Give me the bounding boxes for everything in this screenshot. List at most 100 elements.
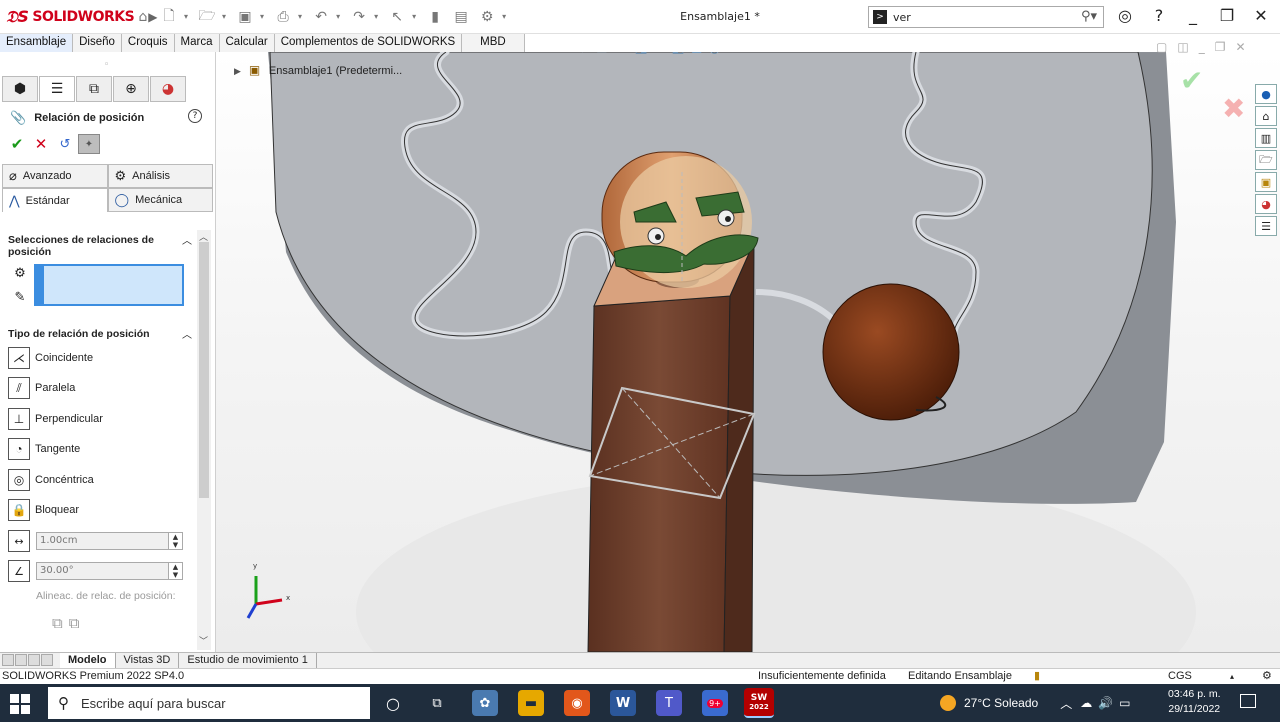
close-button[interactable]: ✕ bbox=[1250, 6, 1272, 25]
display-manager-tab[interactable]: ◕ bbox=[150, 76, 186, 102]
minimize-doc-icon[interactable]: _ bbox=[1199, 40, 1205, 54]
status-units[interactable]: CGS bbox=[1168, 669, 1192, 684]
collapse-chevron-icon[interactable]: ︿ bbox=[182, 330, 192, 342]
search-input[interactable]: > ver ⚲▾ bbox=[868, 6, 1104, 28]
view-orientation-icon[interactable]: ◧ bbox=[672, 52, 685, 56]
collapse-chevron-icon[interactable]: ︿ bbox=[182, 236, 192, 248]
tab-mechanical[interactable]: ◯ Mecánica bbox=[107, 188, 213, 212]
chevron-down-icon[interactable]: ▾ bbox=[260, 12, 264, 21]
prev-tab-icon[interactable] bbox=[15, 653, 27, 666]
tab-ensamblaje[interactable]: Ensamblaje bbox=[0, 34, 74, 52]
custom-properties-icon[interactable]: ☰ bbox=[1255, 216, 1277, 236]
teams-icon[interactable]: T bbox=[656, 690, 682, 716]
home-icon[interactable]: ⌂ bbox=[132, 6, 154, 28]
tab-motion-study[interactable]: Estudio de movimiento 1 bbox=[179, 653, 317, 668]
close-doc-icon[interactable]: ✕ bbox=[1235, 40, 1245, 54]
file-explorer-icon[interactable]: 🗁 bbox=[1255, 150, 1277, 170]
select-icon[interactable]: ↖ bbox=[386, 6, 408, 28]
word-icon[interactable]: W bbox=[610, 690, 636, 716]
tab-marca[interactable]: Marca bbox=[174, 34, 220, 52]
tab-modelo[interactable]: Modelo bbox=[60, 653, 116, 668]
angle-spinner[interactable]: ▲ ▼ bbox=[168, 563, 182, 579]
chevron-down-icon[interactable]: ▾ bbox=[184, 12, 188, 21]
volume-icon[interactable]: 🔊 bbox=[1098, 696, 1113, 710]
gear-icon[interactable]: ⚙ bbox=[476, 6, 498, 28]
print-icon[interactable]: ⎙ bbox=[272, 6, 294, 28]
angle-input[interactable]: 30.00° ▲ ▼ bbox=[36, 562, 183, 580]
feature-manager-tab[interactable]: ⬢ bbox=[2, 76, 38, 102]
mate-tangent[interactable]: ◔ Tangente bbox=[8, 438, 80, 460]
aligned-icon[interactable]: ⧉ bbox=[52, 614, 69, 632]
user-icon[interactable]: ◎ bbox=[1114, 6, 1136, 25]
tab-diseno[interactable]: Diseño bbox=[73, 34, 122, 52]
search-icon[interactable]: ⚲▾ bbox=[1081, 9, 1097, 24]
last-tab-icon[interactable] bbox=[41, 653, 53, 666]
section-view-icon[interactable]: ◨ bbox=[635, 52, 648, 56]
cloud-sync-icon[interactable]: ☁ bbox=[1080, 696, 1092, 710]
rebuild-icon[interactable]: ▮ bbox=[424, 6, 446, 28]
angle-icon[interactable]: ∠ bbox=[8, 560, 30, 582]
cancel-button[interactable]: ✕ bbox=[30, 134, 52, 154]
save-icon[interactable]: ▣ bbox=[234, 6, 256, 28]
previous-view-icon[interactable]: ⤺ bbox=[614, 52, 629, 56]
mate-selections-field[interactable] bbox=[34, 264, 184, 306]
file-explorer-icon[interactable]: ▬ bbox=[518, 690, 544, 716]
first-tab-icon[interactable] bbox=[2, 653, 14, 666]
chrome-icon[interactable]: 9+ bbox=[702, 690, 728, 716]
restore-doc-icon[interactable]: ❐ bbox=[1215, 40, 1226, 54]
help-icon[interactable]: ? bbox=[1148, 6, 1170, 25]
configuration-manager-tab[interactable]: ⧉ bbox=[76, 76, 112, 102]
dynamic-annotation-icon[interactable]: ✎ bbox=[654, 52, 666, 56]
cortana-icon[interactable]: ○ bbox=[380, 690, 406, 716]
scene-icon[interactable]: ☗ bbox=[744, 52, 757, 56]
chevron-down-icon[interactable]: ▾ bbox=[298, 12, 302, 21]
mate-perpendicular[interactable]: ⊥ Perpendicular bbox=[8, 408, 103, 430]
tab-vistas-3d[interactable]: Vistas 3D bbox=[116, 653, 180, 668]
appearances-icon[interactable]: ◕ bbox=[1255, 194, 1277, 214]
distance-input[interactable]: 1.00cm ▲ ▼ bbox=[36, 532, 183, 550]
zoom-area-icon[interactable]: ⊡ bbox=[596, 52, 608, 56]
mate-coincident[interactable]: ⋌ Coincidente bbox=[8, 347, 93, 369]
tab-croquis[interactable]: Croquis bbox=[121, 34, 175, 52]
chevron-down-icon[interactable]: ▾ bbox=[412, 12, 416, 21]
next-tab-icon[interactable] bbox=[28, 653, 40, 666]
distance-spinner[interactable]: ▲ ▼ bbox=[168, 533, 182, 549]
scrollbar-thumb[interactable] bbox=[199, 242, 209, 498]
app-launcher-icon[interactable]: ✿ bbox=[472, 690, 498, 716]
taskbar-search-input[interactable]: ⚲ Escribe aquí para buscar bbox=[48, 687, 370, 719]
mate-type-heading[interactable]: Tipo de relación de posición ︿ bbox=[8, 328, 192, 342]
panel-grip-icon[interactable]: ◦ bbox=[104, 60, 109, 70]
dimxpert-tab[interactable]: ⊕ bbox=[113, 76, 149, 102]
mate-concentric[interactable]: ◎ Concéntrica bbox=[8, 469, 94, 491]
sun-icon[interactable] bbox=[940, 695, 956, 711]
mate-lock[interactable]: 🔒 Bloquear bbox=[8, 499, 79, 521]
chevron-down-icon[interactable]: ▾ bbox=[222, 12, 226, 21]
solidworks-logo[interactable]: 𝔇S SOLIDWORKS ▶ bbox=[0, 7, 157, 27]
notification-center-icon[interactable] bbox=[1240, 694, 1256, 708]
tab-standard[interactable]: ⋀ Estándar bbox=[2, 188, 108, 212]
chevron-down-icon[interactable]: ▾ bbox=[502, 12, 506, 21]
ok-button[interactable]: ✔ bbox=[6, 134, 28, 154]
mate-parallel[interactable]: ⫽ Paralela bbox=[8, 377, 75, 399]
task-view-icon[interactable]: ⧉ bbox=[424, 690, 450, 716]
pin-button[interactable]: ✦ bbox=[78, 134, 100, 154]
display-style-icon[interactable]: ◼ bbox=[691, 52, 703, 56]
tab-analysis[interactable]: ⚙ Análisis bbox=[107, 164, 213, 188]
home-icon[interactable]: ⌂ bbox=[1255, 106, 1277, 126]
chevron-down-icon[interactable]: ▾ bbox=[336, 12, 340, 21]
view-palette-icon[interactable]: ▣ bbox=[1255, 172, 1277, 192]
rebuild-status-icon[interactable]: ▮ bbox=[1034, 669, 1040, 684]
network-icon[interactable]: ▭ bbox=[1119, 696, 1130, 710]
windows-start-icon[interactable] bbox=[10, 694, 30, 714]
solidworks-taskbar-icon[interactable]: SW 2022 bbox=[744, 688, 774, 718]
tab-mbd[interactable]: MBD bbox=[462, 34, 525, 52]
tile-icon[interactable]: ▢ bbox=[1156, 40, 1167, 54]
chevron-up-icon[interactable]: ▴ bbox=[1230, 669, 1234, 684]
tab-calcular[interactable]: Calcular bbox=[219, 34, 275, 52]
firefox-icon[interactable]: ◉ bbox=[564, 690, 590, 716]
resources-icon[interactable]: ● bbox=[1255, 84, 1277, 104]
help-icon[interactable]: ? bbox=[188, 109, 202, 123]
chevron-up-icon[interactable]: ︿ bbox=[1060, 695, 1072, 712]
distance-icon[interactable]: ↔ bbox=[8, 530, 30, 552]
edit-appearance-icon[interactable]: ✧ bbox=[727, 52, 739, 56]
